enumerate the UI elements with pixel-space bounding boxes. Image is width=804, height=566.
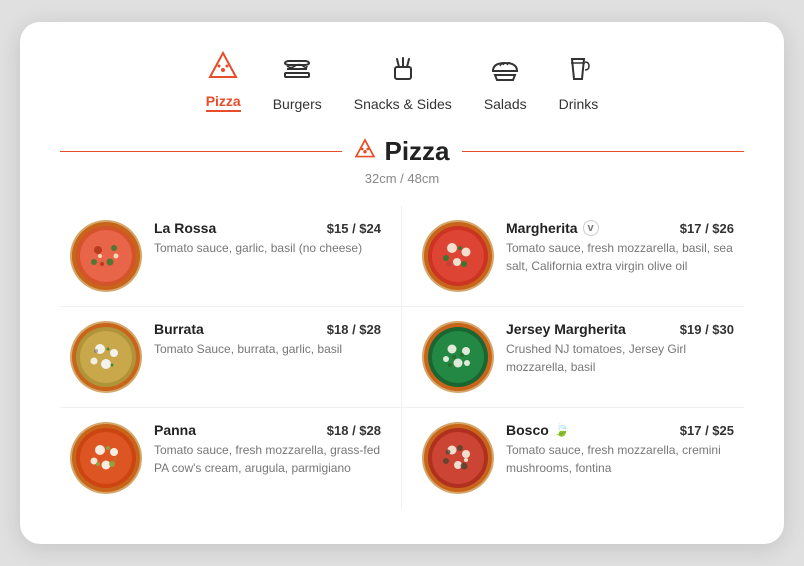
section-subtitle: 32cm / 48cm [60,171,744,186]
item-name-row-bosco: Bosco 🍃 $17 / $25 [506,422,734,438]
item-desc-la-rossa: Tomato sauce, garlic, basil (no cheese) [154,239,381,257]
item-desc-margherita: Tomato sauce, fresh mozzarella, basil, s… [506,239,734,275]
menu-item-jersey-margherita: Jersey Margherita $19 / $30 Crushed NJ t… [402,307,744,408]
item-name-burrata: Burrata [154,321,204,337]
item-name-bosco: Bosco 🍃 [506,422,570,438]
section-title: Pizza [354,136,449,167]
pizza-label: Pizza [206,93,241,112]
section-pizza-icon [354,138,376,166]
item-price-bosco: $17 / $25 [680,423,734,438]
item-price-la-rossa: $15 / $24 [327,221,381,236]
item-info-la-rossa: La Rossa $15 / $24 Tomato sauce, garlic,… [154,220,381,257]
item-name-row-jersey-margherita: Jersey Margherita $19 / $30 [506,321,734,337]
item-info-jersey-margherita: Jersey Margherita $19 / $30 Crushed NJ t… [506,321,734,376]
item-price-margherita: $17 / $26 [680,221,734,236]
item-price-burrata: $18 / $28 [327,322,381,337]
item-info-burrata: Burrata $18 / $28 Tomato Sauce, burrata,… [154,321,381,358]
item-desc-bosco: Tomato sauce, fresh mozzarella, cremini … [506,441,734,477]
item-price-panna: $18 / $28 [327,423,381,438]
salads-label: Salads [484,96,527,112]
nav-item-pizza[interactable]: Pizza [206,50,241,112]
burger-icon [281,53,313,90]
menu-item-margherita: Margherita v $17 / $26 Tomato sauce, fre… [402,206,744,307]
menu-item-la-rossa: La Rossa $15 / $24 Tomato sauce, garlic,… [60,206,402,307]
pizza-image-panna [70,422,142,494]
pizza-image-burrata [70,321,142,393]
pizza-icon [207,50,239,87]
fries-icon [387,53,419,90]
section-line-right [462,151,744,153]
item-price-jersey-margherita: $19 / $30 [680,322,734,337]
drink-icon [562,53,594,90]
salad-icon [489,53,521,90]
item-name-row-la-rossa: La Rossa $15 / $24 [154,220,381,236]
item-name-row-margherita: Margherita v $17 / $26 [506,220,734,236]
pizza-image-jersey-margherita [422,321,494,393]
pizza-image-margherita [422,220,494,292]
menu-item-panna: Panna $18 / $28 Tomato sauce, fresh mozz… [60,408,402,508]
nav-item-snacks[interactable]: Snacks & Sides [354,53,452,112]
item-name-margherita: Margherita v [506,220,599,236]
menu-card: Pizza Burgers Sn [20,22,784,544]
snacks-label: Snacks & Sides [354,96,452,112]
item-desc-burrata: Tomato Sauce, burrata, garlic, basil [154,340,381,358]
item-name-row-panna: Panna $18 / $28 [154,422,381,438]
section-line-left [60,151,342,153]
pizza-image-la-rossa [70,220,142,292]
item-name-jersey-margherita: Jersey Margherita [506,321,626,337]
item-info-margherita: Margherita v $17 / $26 Tomato sauce, fre… [506,220,734,275]
item-info-bosco: Bosco 🍃 $17 / $25 Tomato sauce, fresh mo… [506,422,734,477]
menu-item-bosco: Bosco 🍃 $17 / $25 Tomato sauce, fresh mo… [402,408,744,508]
bosco-leaf-icon: 🍃 [554,422,570,438]
burgers-label: Burgers [273,96,322,112]
item-name-la-rossa: La Rossa [154,220,216,236]
menu-item-burrata: Burrata $18 / $28 Tomato Sauce, burrata,… [60,307,402,408]
nav-item-burgers[interactable]: Burgers [273,53,322,112]
nav-item-drinks[interactable]: Drinks [559,53,599,112]
menu-grid: La Rossa $15 / $24 Tomato sauce, garlic,… [60,206,744,508]
item-name-row-burrata: Burrata $18 / $28 [154,321,381,337]
drinks-label: Drinks [559,96,599,112]
margherita-badge: v [583,220,599,236]
item-desc-panna: Tomato sauce, fresh mozzarella, grass-fe… [154,441,381,477]
item-desc-jersey-margherita: Crushed NJ tomatoes, Jersey Girl mozzare… [506,340,734,376]
item-name-panna: Panna [154,422,196,438]
nav-item-salads[interactable]: Salads [484,53,527,112]
category-nav: Pizza Burgers Sn [60,50,744,112]
section-header: Pizza [60,136,744,167]
pizza-image-bosco [422,422,494,494]
item-info-panna: Panna $18 / $28 Tomato sauce, fresh mozz… [154,422,381,477]
